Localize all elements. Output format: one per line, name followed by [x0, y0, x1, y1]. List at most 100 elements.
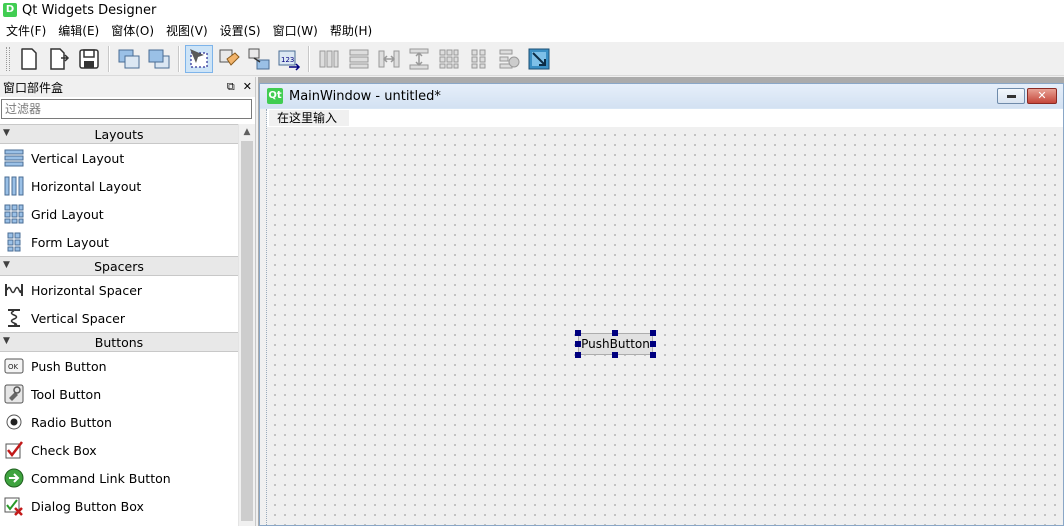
selection-handle[interactable]	[575, 341, 581, 347]
widget-item-label: Form Layout	[31, 234, 109, 250]
lay-out-vertical-splitter-button	[405, 45, 433, 73]
check-box-icon	[4, 440, 24, 460]
toolbar-separator	[108, 45, 110, 72]
widget-item-tool-button[interactable]: Tool Button	[0, 380, 238, 408]
selection-handle[interactable]	[575, 330, 581, 336]
lay-out-vertical-splitter-icon	[409, 48, 429, 69]
widget-item-grid-layout[interactable]: Grid Layout	[0, 200, 238, 228]
toolbar-grip[interactable]	[6, 46, 10, 71]
menu-view[interactable]: 视图(V)	[160, 20, 214, 42]
selection-handle[interactable]	[650, 352, 656, 358]
menu-edit[interactable]: 编辑(E)	[52, 20, 105, 42]
category-header[interactable]: ▼ Layouts	[0, 124, 238, 144]
type-here-menu-placeholder[interactable]: 在这里输入	[269, 110, 349, 126]
horizontal-spacer-icon	[4, 280, 24, 300]
edit-signals-slots-button[interactable]	[245, 45, 273, 73]
lay-out-vertically-button	[345, 45, 373, 73]
selection-handle[interactable]	[575, 352, 581, 358]
main-toolbar: 123	[0, 42, 1064, 76]
selection-handle[interactable]	[612, 330, 618, 336]
filter-input[interactable]	[1, 99, 252, 119]
adjust-size-icon	[528, 48, 550, 69]
open-form-button[interactable]	[45, 45, 73, 73]
new-form-button[interactable]	[15, 45, 43, 73]
lay-out-horizontal-splitter-button	[375, 45, 403, 73]
edit-widgets-icon	[190, 48, 208, 67]
widget-item-check-box[interactable]: Check Box	[0, 436, 238, 464]
designer-app-icon: D	[3, 3, 17, 17]
widget-item-horizontal-spacer[interactable]: Horizontal Spacer	[0, 276, 238, 304]
widget-item-label: Push Button	[31, 358, 107, 374]
window-title: Qt Widgets Designer	[22, 2, 157, 18]
new-form-icon	[21, 47, 37, 70]
scroll-up-icon[interactable]: ▲	[239, 124, 255, 141]
float-panel-icon[interactable]: ⧉	[227, 80, 235, 94]
form-menubar: 在这里输入	[267, 109, 1063, 127]
designer-app: D Qt Widgets Designer 文件(F) 编辑(E) 窗体(O) …	[0, 0, 1064, 526]
form-canvas[interactable]: PushButton	[267, 127, 1063, 525]
widget-item-label: Vertical Layout	[31, 150, 125, 166]
widget-item-push-button[interactable]: OK Push Button	[0, 352, 238, 380]
edit-tab-order-button[interactable]: 123	[275, 45, 303, 73]
widget-item-vertical-layout[interactable]: Vertical Layout	[0, 144, 238, 172]
form-left-edge	[260, 109, 267, 525]
category-label: Layouts	[94, 126, 144, 142]
toolbar-separator	[308, 45, 310, 72]
lay-out-horizontally-icon	[319, 50, 339, 67]
bring-to-front-button[interactable]	[145, 45, 173, 73]
menu-file[interactable]: 文件(F)	[0, 20, 52, 42]
tool-button-icon	[4, 384, 24, 404]
push-button-icon: OK	[4, 356, 24, 376]
chevron-down-icon: ▼	[3, 336, 10, 346]
category-header[interactable]: ▼ Spacers	[0, 256, 238, 276]
widget-item-label: Vertical Spacer	[31, 310, 125, 326]
widget-item-radio-button[interactable]: Radio Button	[0, 408, 238, 436]
widget-item-dialog-button-box[interactable]: Dialog Button Box	[0, 492, 238, 520]
selection-handle[interactable]	[650, 330, 656, 336]
widget-item-command-link-button[interactable]: Command Link Button	[0, 464, 238, 492]
open-form-icon	[50, 47, 70, 70]
command-link-icon	[4, 468, 24, 488]
scrollbar-thumb[interactable]	[241, 141, 253, 521]
adjust-size-button[interactable]	[525, 45, 553, 73]
category-header[interactable]: ▼ Buttons	[0, 332, 238, 352]
close-button[interactable]: ✕	[1027, 88, 1057, 104]
close-icon: ✕	[1037, 89, 1047, 102]
send-to-back-button[interactable]	[115, 45, 143, 73]
edit-buddies-icon	[219, 49, 240, 66]
widget-list-scrollbar[interactable]: ▲	[238, 124, 255, 526]
menu-settings[interactable]: 设置(S)	[214, 20, 267, 42]
svg-text:OK: OK	[8, 363, 19, 371]
mdi-area: Qt MainWindow - untitled* ✕ 在这里输入 PushBu…	[258, 77, 1064, 526]
widget-item-vertical-spacer[interactable]: Vertical Spacer	[0, 304, 238, 332]
menu-window[interactable]: 窗口(W)	[267, 20, 324, 42]
minimize-button[interactable]	[997, 88, 1025, 104]
widget-box-header: 窗口部件盒 ⧉ ✕	[0, 77, 255, 97]
selection-handle[interactable]	[612, 352, 618, 358]
selection-handle[interactable]	[650, 341, 656, 347]
chevron-down-icon: ▼	[3, 128, 10, 138]
qt-logo-icon: Qt	[267, 88, 283, 104]
widget-item-label: Horizontal Spacer	[31, 282, 143, 298]
edit-widgets-button[interactable]	[185, 44, 213, 73]
form-titlebar[interactable]: Qt MainWindow - untitled* ✕	[260, 84, 1063, 108]
lay-out-grid-button	[435, 45, 463, 73]
chevron-down-icon: ▼	[3, 260, 10, 270]
widget-item-label: Tool Button	[31, 386, 102, 402]
widget-box-title: 窗口部件盒	[3, 80, 64, 95]
widget-item-label: Command Link Button	[31, 470, 171, 486]
bring-to-front-icon	[148, 49, 170, 68]
widget-item-horizontal-layout[interactable]: Horizontal Layout	[0, 172, 238, 200]
radio-button-icon	[4, 412, 24, 432]
menu-form[interactable]: 窗体(O)	[105, 20, 160, 42]
widget-box-panel: 窗口部件盒 ⧉ ✕ ▼ Layouts Vertical Layout Horiz…	[0, 77, 256, 526]
widget-item-form-layout[interactable]: Form Layout	[0, 228, 238, 256]
widget-list: ▼ Layouts Vertical Layout Horizontal Layo…	[0, 124, 238, 526]
edit-buddies-button[interactable]	[215, 45, 243, 73]
dialog-button-box-icon	[4, 496, 24, 516]
menu-help[interactable]: 帮助(H)	[324, 20, 378, 42]
grid-layout-icon	[4, 204, 24, 224]
close-panel-icon[interactable]: ✕	[243, 80, 252, 94]
category-label: Buttons	[94, 334, 144, 350]
save-form-button[interactable]	[75, 45, 103, 73]
